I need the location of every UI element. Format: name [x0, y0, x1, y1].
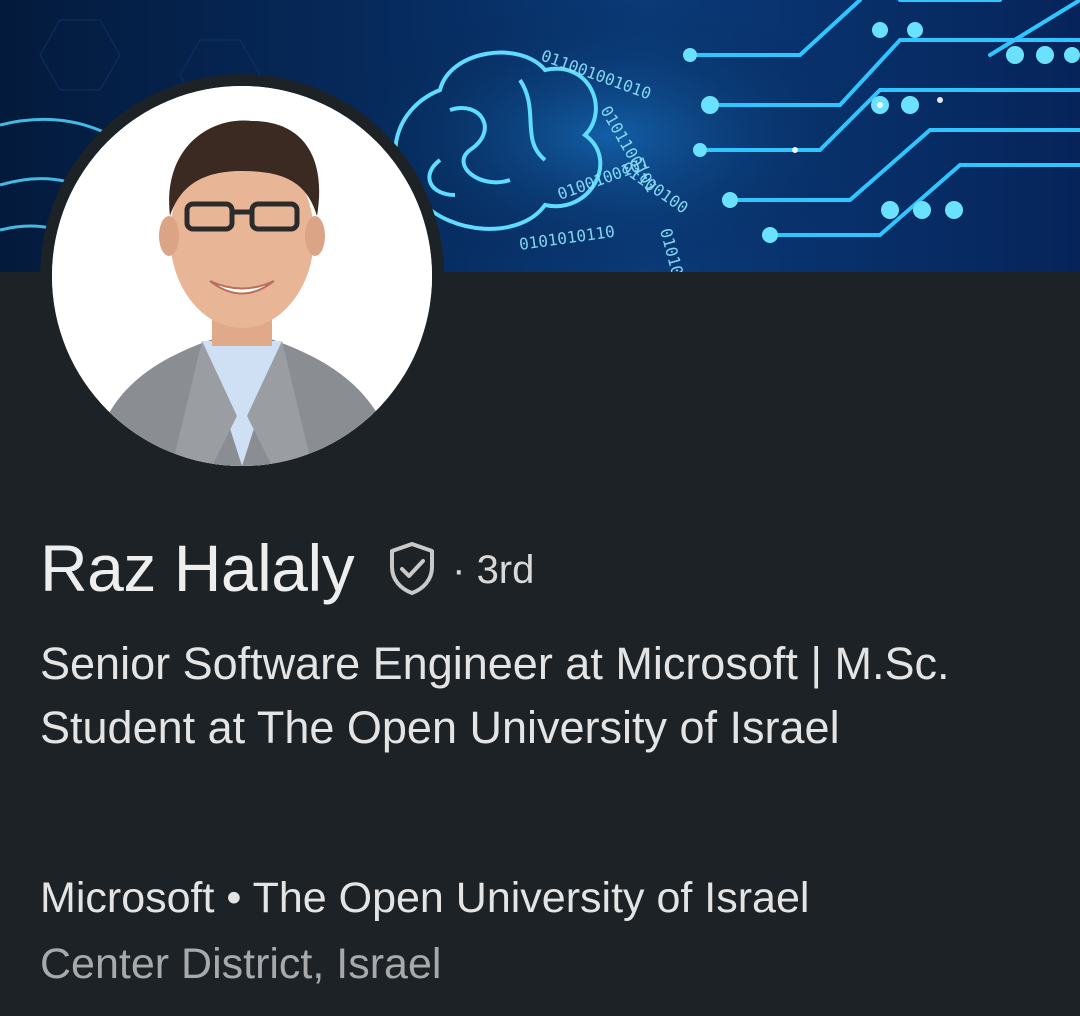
shield-check-icon[interactable]	[384, 540, 440, 596]
profile-name: Raz Halaly	[40, 531, 355, 605]
profile-avatar[interactable]	[52, 86, 432, 466]
person-portrait-icon	[52, 86, 432, 466]
degree-separator: ·	[452, 547, 466, 592]
connection-degree: · 3rd	[452, 544, 534, 593]
profile-headline: Senior Software Engineer at Microsoft | …	[40, 638, 950, 753]
name-row: Raz Halaly · 3rd	[40, 528, 534, 608]
profile-organizations[interactable]: Microsoft • The Open University of Israe…	[40, 874, 809, 923]
profile-location: Center District, Israel	[40, 940, 442, 988]
degree-label: 3rd	[476, 547, 535, 592]
